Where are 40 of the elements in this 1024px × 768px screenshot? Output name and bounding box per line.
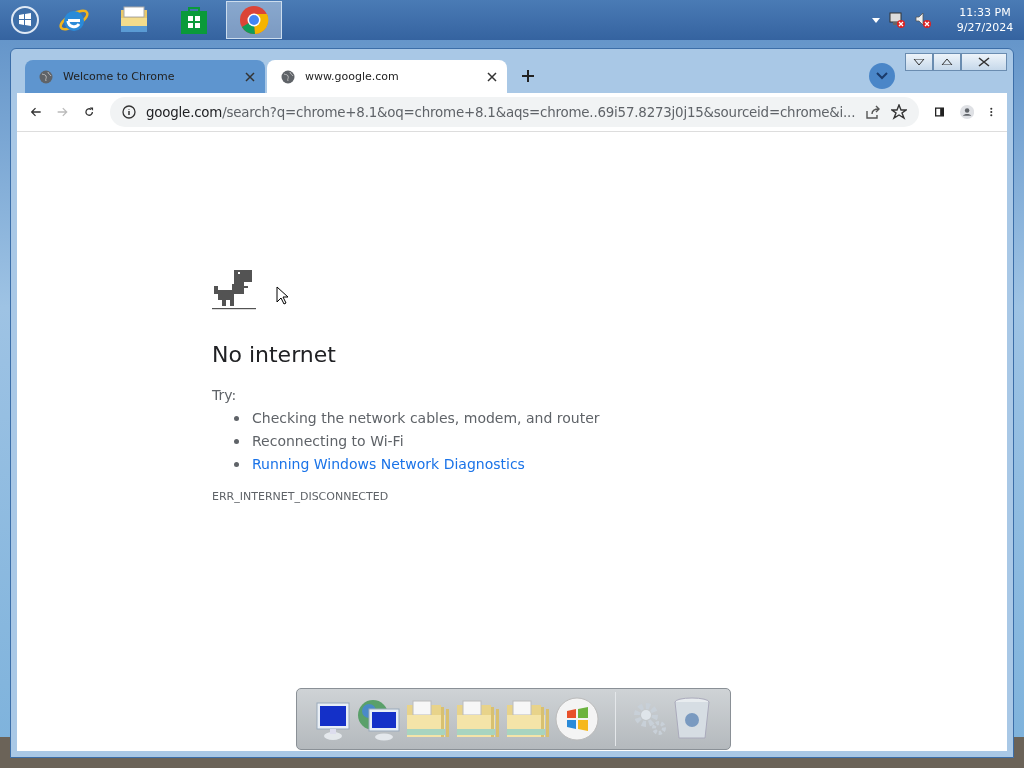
globe-monitor-icon[interactable]	[357, 697, 401, 741]
dinosaur-icon	[212, 268, 256, 312]
mouse-pointer-icon	[276, 286, 288, 305]
diagnostics-link[interactable]: Running Windows Network Diagnostics	[252, 453, 525, 476]
start-button[interactable]	[8, 3, 42, 37]
error-code: ERR_INTERNET_DISCONNECTED	[212, 490, 390, 503]
address-bar[interactable]: google.com/search?q=chrome+8.1&oq=chrome+8.1&aqs=chrome..69i57.8273j0j15&sourceid=chrome&i...	[110, 97, 920, 127]
browser-tab[interactable]: www.google.com	[267, 60, 507, 93]
bullet-icon	[234, 462, 239, 467]
chevron-down-icon	[876, 72, 888, 80]
browser-tab[interactable]: Welcome to Chrome	[25, 60, 265, 93]
up-triangle-icon	[941, 59, 953, 65]
side-panel-icon[interactable]	[935, 105, 945, 119]
minimize-button[interactable]	[905, 53, 933, 71]
speaker-muted-icon[interactable]	[914, 11, 932, 29]
share-icon[interactable]	[865, 105, 882, 119]
globe-icon	[39, 69, 53, 84]
maximize-button[interactable]	[933, 53, 961, 71]
menu-icon[interactable]	[990, 105, 993, 119]
down-triangle-icon	[913, 59, 925, 65]
globe-icon	[281, 69, 295, 84]
bullet-icon	[234, 439, 239, 444]
error-title: No internet	[212, 342, 337, 367]
close-tab-icon[interactable]	[487, 71, 497, 82]
suggestion-text: Checking the network cables, modem, and router	[252, 409, 600, 428]
chrome-icon[interactable]	[226, 1, 282, 39]
suggestion-text: Reconnecting to Wi-Fi	[252, 432, 404, 451]
tab-search-button[interactable]	[869, 63, 895, 89]
windows-orb-icon[interactable]	[555, 697, 599, 741]
back-icon[interactable]	[31, 105, 42, 119]
close-button[interactable]	[961, 53, 1007, 71]
caret-icon[interactable]	[872, 17, 880, 23]
clock[interactable]: 11:33 PM 9/27/2024	[954, 5, 1016, 35]
close-icon	[978, 57, 990, 67]
bullet-icon	[234, 416, 239, 421]
star-icon[interactable]	[891, 104, 908, 120]
info-icon[interactable]	[122, 105, 136, 119]
new-tab-icon[interactable]	[521, 69, 535, 83]
try-label: Try:	[212, 387, 238, 403]
network-error-icon[interactable]	[888, 11, 906, 29]
